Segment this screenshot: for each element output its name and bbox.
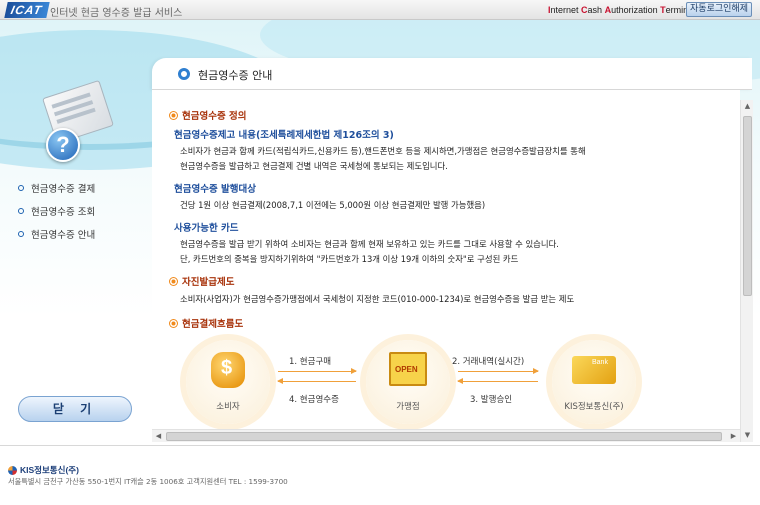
- footer: KIS정보통신(주) 서울특별시 금천구 가산동 550-1번지 IT캐슬 2동…: [0, 445, 760, 505]
- section-title: 자진발급제도: [182, 277, 235, 288]
- body-text: 단, 카드번호의 중복을 방지하기위하여 "카드번호가 13개 이상 19개 이…: [180, 254, 519, 264]
- arrow-right-icon: [278, 368, 357, 374]
- company-address: 서울특별시 금천구 가산동 550-1번지 IT캐슬 2동 1006호 고객지원…: [8, 477, 288, 486]
- arrow-right-icon: [458, 368, 539, 374]
- subsection-title: 현금영수증 발행대상: [174, 184, 256, 195]
- icat-logo: ICAT: [4, 2, 50, 18]
- service-title: 인터넷 현금 영수증 발급 서비스: [50, 8, 183, 19]
- scroll-thumb[interactable]: [166, 432, 722, 441]
- sidebar-item-label: 현금영수증 결제: [31, 183, 96, 195]
- flow-step-label: 2. 거래내역(실시간): [452, 357, 525, 367]
- title-bar: ICAT 인터넷 현금 영수증 발급 서비스 Internet Cash Aut…: [0, 0, 760, 20]
- scroll-down-icon[interactable]: ▼: [743, 431, 752, 440]
- flow-node-merchant: 가맹점: [366, 340, 450, 424]
- sidebar-item-label: 현금영수증 안내: [31, 229, 96, 241]
- kis-logo-icon: [8, 465, 17, 475]
- bullet-icon: [18, 184, 24, 191]
- scroll-thumb[interactable]: [743, 116, 752, 296]
- section-self-issue: 자진발급제도: [170, 274, 234, 288]
- body-text: 소비자가 현금과 함께 카드(적립식카드,신용카드 등),핸드폰번호 등을 제시…: [180, 146, 586, 156]
- bullet-icon: [18, 230, 24, 237]
- tagline-word: nternet: [550, 5, 582, 15]
- flow-step-label: 3. 발행승인: [470, 395, 513, 405]
- section-title: 현금영수증 정의: [182, 111, 247, 122]
- sidebar-item-label: 현금영수증 조회: [31, 206, 96, 218]
- bank-card-icon: [572, 356, 616, 384]
- bullet-icon: [18, 207, 24, 214]
- body-text: 소비자(사업자)가 현금영수증가맹점에서 국세청이 지정한 코드(010-000…: [180, 294, 575, 304]
- company-name: KIS정보통신(주): [20, 465, 79, 475]
- help-illustration: ?: [34, 78, 122, 174]
- arrow-left-icon: [457, 378, 538, 384]
- flow-step-label: 1. 현금구매: [289, 357, 332, 367]
- bullet-icon: [170, 319, 177, 327]
- node-label: 소비자: [216, 402, 240, 412]
- subsection-title: 사용가능한 카드: [174, 223, 239, 234]
- flow-step-label: 4. 현금영수증: [289, 395, 339, 405]
- open-sign-icon: [389, 352, 427, 386]
- scroll-up-icon[interactable]: ▲: [743, 102, 752, 111]
- arrow-left-icon: [277, 378, 356, 384]
- close-button[interactable]: 닫 기: [18, 396, 132, 422]
- section-flow: 현금결제흐름도: [170, 316, 243, 330]
- horizontal-scrollbar[interactable]: ◀ ▶: [152, 429, 740, 442]
- sidebar-item-guide[interactable]: 현금영수증 안내: [18, 222, 95, 245]
- flow-node-kis: KIS정보통신(주): [552, 340, 636, 424]
- auto-login-release-button[interactable]: 자동로그인해제: [686, 2, 752, 17]
- section-title: 현금결제흐름도: [182, 319, 244, 330]
- tagline-word: ash: [587, 5, 605, 15]
- sidebar-item-payment[interactable]: 현금영수증 결제: [18, 176, 95, 199]
- question-mark-icon: ?: [46, 128, 80, 162]
- subsection-title: 현금영수증제고 내용(조세특례제세한법 제126조의 3): [174, 130, 394, 141]
- sidebar-item-inquiry[interactable]: 현금영수증 조회: [18, 199, 95, 222]
- sidebar-menu: 현금영수증 결제 현금영수증 조회 현금영수증 안내: [18, 176, 95, 245]
- flow-node-consumer: 소비자: [186, 340, 270, 424]
- company-logo: KIS정보통신(주): [8, 464, 79, 476]
- panel-header: 현금영수증 안내: [152, 58, 752, 90]
- page-title: 현금영수증 안내: [198, 69, 273, 82]
- section-definition: 현금영수증 정의: [170, 108, 247, 122]
- node-label: 가맹점: [396, 402, 420, 412]
- body-text: 현금영수증을 발급 받기 위하여 소비자는 현금과 함께 현재 보유하고 있는 …: [180, 239, 559, 249]
- bullet-icon: [170, 111, 177, 119]
- body-text: 건당 1원 이상 현금결제(2008,7,1 이전에는 5,000원 이상 현금…: [180, 200, 486, 210]
- ring-icon: [178, 68, 190, 80]
- node-label: KIS정보통신(주): [564, 402, 624, 412]
- body-text: 현금영수증을 발급하고 현금결제 건별 내역은 국세청에 통보되는 제도입니다.: [180, 161, 448, 171]
- sidebar: ? 현금영수증 결제 현금영수증 조회 현금영수증 안내 닫 기: [0, 20, 146, 445]
- vertical-scrollbar[interactable]: ▲ ▼: [740, 100, 753, 442]
- money-bag-icon: [211, 352, 245, 388]
- scroll-left-icon[interactable]: ◀: [154, 432, 163, 441]
- tagline-word: uthorization: [611, 5, 661, 15]
- bullet-icon: [170, 277, 177, 285]
- terminal-tagline: Internet Cash Authorization Terminal: [548, 5, 695, 15]
- scroll-right-icon[interactable]: ▶: [729, 432, 738, 441]
- guide-content: 현금영수증 정의 현금영수증제고 내용(조세특례제세한법 제126조의 3) 소…: [152, 90, 740, 442]
